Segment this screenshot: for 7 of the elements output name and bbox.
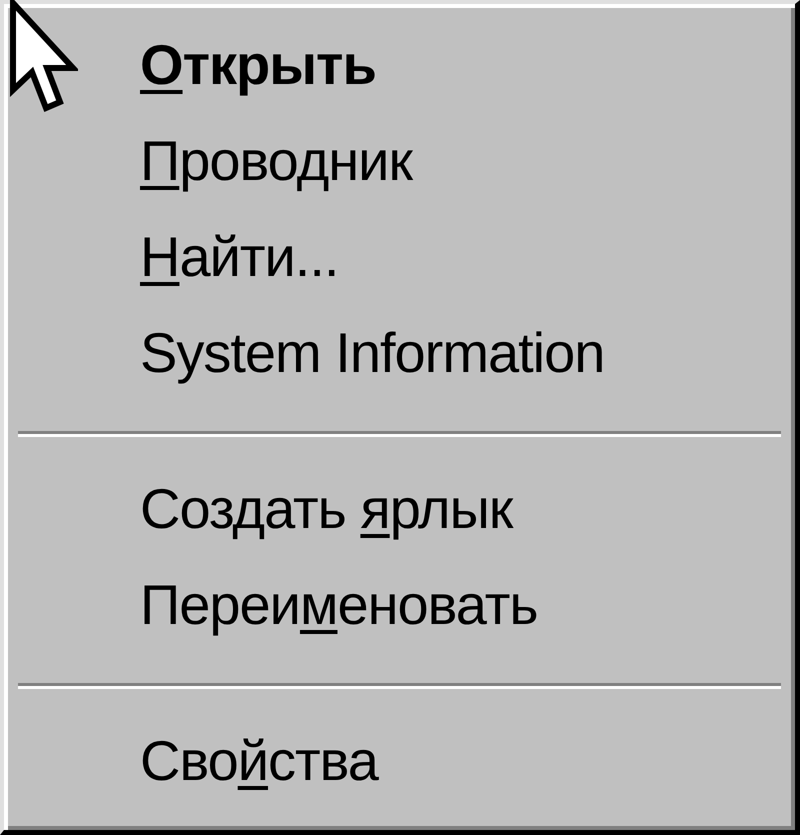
menu-item[interactable]: Найти... xyxy=(140,209,338,305)
menu-item[interactable]: Проводник xyxy=(140,113,412,209)
menu-item[interactable]: System Information xyxy=(140,305,604,401)
menu-item[interactable]: Открыть xyxy=(140,17,376,113)
menu-item[interactable]: Свойства xyxy=(140,713,378,809)
menu-item[interactable]: Переименовать xyxy=(140,557,538,653)
menu-item[interactable]: Создать ярлык xyxy=(140,461,512,557)
